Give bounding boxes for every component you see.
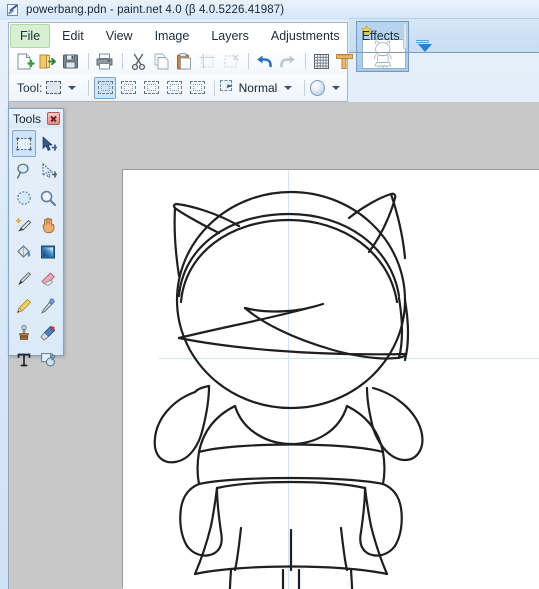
rectangle-select-tool[interactable] <box>12 130 36 157</box>
selection-mode-intersect[interactable] <box>163 77 185 99</box>
tools-palette: Tools <box>8 108 64 366</box>
blend-dropdown-caret[interactable] <box>284 85 293 90</box>
eraser-tool[interactable] <box>36 265 60 292</box>
selection-mode-exclude[interactable] <box>140 77 162 99</box>
chevron-down-icon[interactable] <box>418 44 432 52</box>
menu-file[interactable]: File <box>10 23 51 48</box>
selection-mode-replace[interactable] <box>94 76 117 99</box>
new-icon[interactable] <box>14 51 35 72</box>
options-separator <box>88 79 90 96</box>
toolbar-separator <box>122 53 123 69</box>
tool-options-label: Tool: <box>17 80 43 95</box>
pan-tool[interactable] <box>36 211 60 238</box>
gradient-tool[interactable] <box>36 238 60 265</box>
grid-icon[interactable] <box>311 51 332 72</box>
move-selected-pixels-tool[interactable] <box>36 130 60 157</box>
toolbar-separator <box>248 53 249 69</box>
strip-grip <box>416 39 429 43</box>
tools-grid <box>9 128 63 373</box>
recolor-tool[interactable] <box>36 319 60 346</box>
magic-wand-tool[interactable] <box>12 211 36 238</box>
menu-layers[interactable]: Layers <box>201 24 259 48</box>
menu-effects[interactable]: Effects <box>352 24 410 48</box>
main-toolbar <box>8 48 353 74</box>
save-icon[interactable] <box>60 51 81 72</box>
tool-options-bar: Tool: Normal <box>8 74 348 102</box>
selection-mode-xor[interactable] <box>186 77 208 99</box>
toolbar-separator <box>305 53 306 69</box>
clone-stamp-tool[interactable] <box>12 319 36 346</box>
selection-mode-union[interactable] <box>117 77 139 99</box>
title-bar: powerbang.pdn - paint.net 4.0 (β 4.0.522… <box>0 0 539 20</box>
blend-mode-label: Normal <box>238 80 278 95</box>
blend-mode-icon <box>220 80 235 95</box>
paintbrush-tool[interactable] <box>12 265 36 292</box>
options-separator <box>304 79 306 96</box>
copy-icon[interactable] <box>151 51 172 72</box>
pencil-tool[interactable] <box>12 292 36 319</box>
menu-edit[interactable]: Edit <box>52 24 94 48</box>
redo-icon <box>277 51 298 72</box>
cut-icon[interactable] <box>128 51 149 72</box>
menu-adjustments[interactable]: Adjustments <box>261 24 350 48</box>
rectangle-select-icon[interactable] <box>46 81 62 94</box>
move-selection-tool[interactable] <box>36 157 60 184</box>
zoom-tool[interactable] <box>36 184 60 211</box>
tools-palette-header[interactable]: Tools <box>9 109 63 128</box>
close-icon[interactable] <box>47 112 60 125</box>
window-title: powerbang.pdn - paint.net 4.0 (β 4.0.522… <box>26 4 285 16</box>
ellipse-select-tool[interactable] <box>12 184 36 211</box>
image-canvas[interactable] <box>123 170 539 589</box>
undo-icon[interactable] <box>254 51 275 72</box>
color-picker-tool[interactable] <box>36 292 60 319</box>
workspace <box>8 102 539 589</box>
text-tool[interactable] <box>12 346 36 373</box>
tool-dropdown-caret[interactable] <box>68 85 77 90</box>
deselect-icon <box>220 51 241 72</box>
shapes-tool[interactable] <box>36 346 60 373</box>
strip-divider <box>349 52 539 53</box>
rulers-icon[interactable] <box>334 51 355 72</box>
antialiasing-dropdown-caret[interactable] <box>332 85 341 90</box>
print-icon[interactable] <box>94 51 115 72</box>
crop-to-selection-icon <box>197 51 218 72</box>
paste-icon[interactable] <box>174 51 195 72</box>
menu-view[interactable]: View <box>96 24 143 48</box>
chibi-cat-girl-line-drawing <box>153 190 424 589</box>
menu-image[interactable]: Image <box>145 24 200 48</box>
paintdotnet-icon <box>6 3 20 17</box>
lasso-select-tool[interactable] <box>12 157 36 184</box>
paint-bucket-tool[interactable] <box>12 238 36 265</box>
menu-bar: File Edit View Image Layers Adjustments … <box>8 22 400 48</box>
paintdotnet-window: powerbang.pdn - paint.net 4.0 (β 4.0.522… <box>0 0 539 589</box>
tools-palette-title: Tools <box>13 111 42 126</box>
open-icon[interactable] <box>37 51 58 72</box>
toolbar-separator <box>88 53 89 69</box>
antialiasing-icon[interactable] <box>310 79 326 96</box>
options-separator <box>214 79 216 96</box>
